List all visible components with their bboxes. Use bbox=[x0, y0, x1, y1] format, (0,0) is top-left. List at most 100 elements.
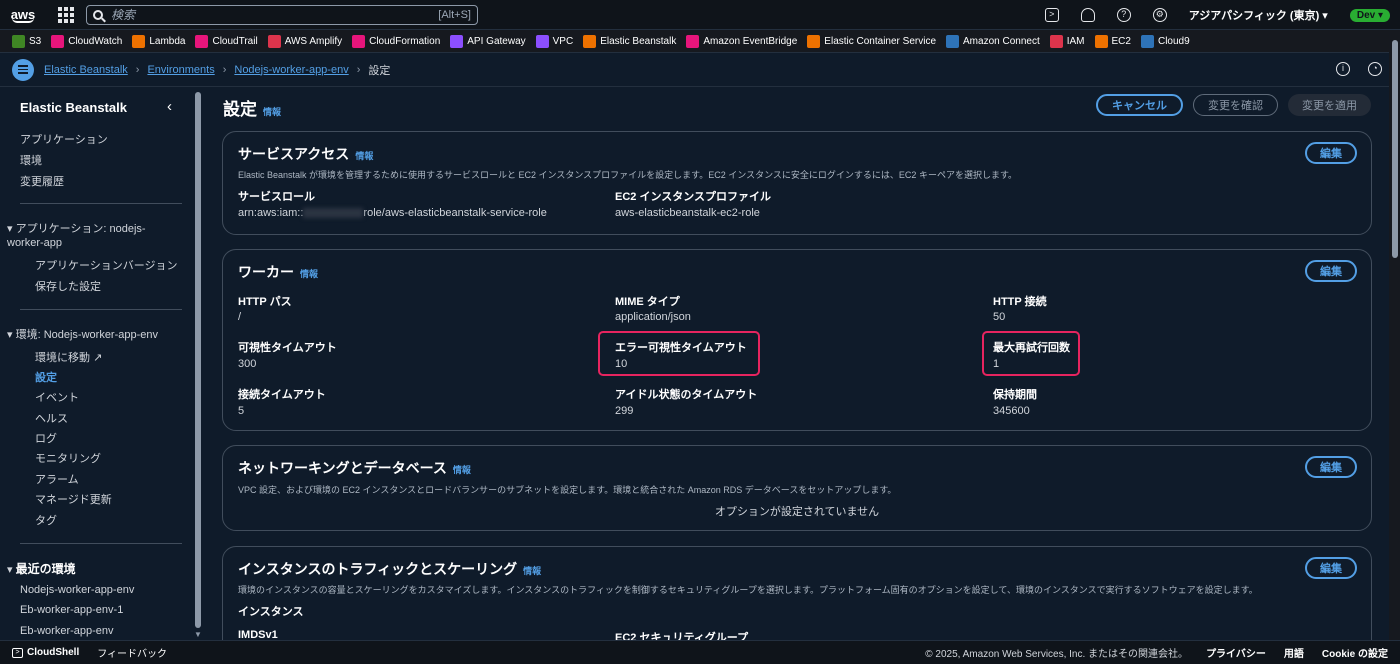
sidebar-recent-env[interactable]: Eb-worker-app-env bbox=[20, 625, 114, 637]
card-title: ネットワーキングとデータベース 情報 bbox=[238, 458, 471, 478]
sidebar-item-health[interactable]: ヘルス bbox=[35, 410, 68, 426]
page-scrollbar-thumb[interactable] bbox=[1392, 40, 1398, 258]
favorite-s3[interactable]: S3 bbox=[12, 34, 42, 48]
main-content: 設定 情報 キャンセル 変更を確認 変更を適用 サービスアクセス 情報 編集 Ela… bbox=[205, 87, 1388, 640]
info-link[interactable]: 情報 bbox=[523, 566, 541, 576]
service-icon bbox=[1140, 34, 1154, 48]
sidebar: Elastic Beanstalk ‹ アプリケーション 環境 変更履歴 ▾ ア… bbox=[0, 87, 193, 640]
chevron-right-icon: › bbox=[135, 63, 140, 76]
field-value: aws-elasticbeanstalk-ec2-role bbox=[615, 207, 760, 219]
edit-button[interactable]: 編集 bbox=[1305, 260, 1357, 282]
settings-gear-icon[interactable]: ⚙ bbox=[1152, 8, 1167, 22]
favorite-aws-amplify[interactable]: AWS Amplify bbox=[267, 34, 343, 48]
sidebar-scrollbar-thumb[interactable] bbox=[195, 92, 201, 628]
favorite-api-gateway[interactable]: API Gateway bbox=[450, 34, 526, 48]
favorite-amazon-eventbridge[interactable]: Amazon EventBridge bbox=[686, 34, 798, 48]
edit-button[interactable]: 編集 bbox=[1305, 456, 1357, 478]
sidebar-item-managed-updates[interactable]: マネージド更新 bbox=[35, 491, 112, 507]
sidebar-item-goto-env[interactable]: 環境に移動 ↗ bbox=[35, 349, 102, 365]
favorite-label: Amazon EventBridge bbox=[703, 35, 798, 47]
favorite-label: EC2 bbox=[1111, 35, 1131, 47]
favorite-label: CloudWatch bbox=[68, 35, 123, 47]
help-icon[interactable]: ? bbox=[1116, 8, 1131, 22]
favorite-label: Amazon Connect bbox=[963, 35, 1040, 47]
search-input[interactable]: 検索 [Alt+S] bbox=[86, 4, 478, 25]
favorite-label: S3 bbox=[29, 35, 42, 47]
sidebar-section-recent-label: 最近の環境 bbox=[15, 562, 76, 576]
breadcrumb-environments[interactable]: Environments bbox=[147, 64, 214, 76]
account-menu[interactable]: Dev ▾ bbox=[1349, 8, 1390, 22]
sidebar-item-goto-env-label: 環境に移動 bbox=[35, 352, 90, 364]
scroll-down-icon[interactable]: ▼ bbox=[194, 630, 202, 639]
favorite-cloudtrail[interactable]: CloudTrail bbox=[195, 34, 258, 48]
services-menu-icon[interactable] bbox=[56, 5, 76, 25]
info-link[interactable]: 情報 bbox=[355, 151, 373, 161]
sidebar-item-monitoring[interactable]: モニタリング bbox=[35, 450, 101, 466]
favorite-cloudwatch[interactable]: CloudWatch bbox=[51, 34, 123, 48]
favorite-iam[interactable]: IAM bbox=[1049, 34, 1085, 48]
cloudshell-icon: > bbox=[12, 647, 23, 658]
favorite-cloudformation[interactable]: CloudFormation bbox=[352, 34, 440, 48]
chevron-right-icon: › bbox=[222, 63, 227, 76]
favorite-label: AWS Amplify bbox=[284, 35, 343, 47]
info-link[interactable]: 情報 bbox=[263, 107, 281, 117]
favorite-cloud9[interactable]: Cloud9 bbox=[1140, 34, 1190, 48]
aws-logo[interactable]: aws bbox=[0, 0, 46, 30]
hamburger-menu-icon[interactable] bbox=[12, 58, 34, 81]
apply-changes-button[interactable]: 変更を適用 bbox=[1288, 94, 1371, 116]
sidebar-item-saved-configs[interactable]: 保存した設定 bbox=[35, 278, 101, 294]
breadcrumb-environment[interactable]: Nodejs-worker-app-env bbox=[234, 64, 348, 76]
favorite-elastic-container-service[interactable]: Elastic Container Service bbox=[807, 34, 936, 48]
page-title: 設定 情報 bbox=[223, 95, 281, 120]
terms-link[interactable]: 用語 bbox=[1284, 645, 1304, 660]
favorite-elastic-beanstalk[interactable]: Elastic Beanstalk bbox=[583, 34, 676, 48]
copyright-text: © 2025, Amazon Web Services, Inc. またはその関… bbox=[925, 649, 1189, 660]
privacy-link[interactable]: プライバシー bbox=[1206, 645, 1266, 660]
favorite-label: VPC bbox=[552, 35, 574, 47]
favorite-vpc[interactable]: VPC bbox=[535, 34, 574, 48]
notifications-panel-icon[interactable]: ◔ bbox=[1368, 62, 1382, 76]
card-title-text: サービスアクセス bbox=[238, 146, 350, 162]
close-sidebar-icon[interactable]: ‹ bbox=[167, 98, 172, 115]
cookie-settings-link[interactable]: Cookie の設定 bbox=[1322, 645, 1388, 660]
review-changes-button[interactable]: 変更を確認 bbox=[1193, 94, 1278, 116]
sidebar-item-logs[interactable]: ログ bbox=[35, 430, 57, 446]
region-selector[interactable]: アジアパシフィック (東京) ▾ bbox=[1189, 7, 1328, 23]
sidebar-item-app-versions[interactable]: アプリケーションバージョン bbox=[35, 257, 178, 273]
sidebar-item-tags[interactable]: タグ bbox=[35, 512, 57, 528]
divider bbox=[20, 543, 182, 544]
field-label: アイドル状態のタイムアウト bbox=[615, 389, 758, 401]
sidebar-section-environment[interactable]: ▾ 環境: Nodejs-worker-app-env bbox=[7, 328, 182, 342]
sidebar-section-application[interactable]: ▾ アプリケーション: nodejs-worker-app bbox=[7, 222, 182, 250]
page-title-text: 設定 bbox=[223, 100, 257, 119]
sidebar-item-change-history[interactable]: 変更履歴 bbox=[20, 173, 64, 189]
favorite-lambda[interactable]: Lambda bbox=[132, 34, 185, 48]
cloudshell-icon[interactable]: > bbox=[1044, 8, 1059, 22]
notifications-bell-icon[interactable] bbox=[1080, 8, 1095, 22]
sidebar-section-recent[interactable]: ▾ 最近の環境 bbox=[7, 562, 182, 577]
sidebar-item-alarms[interactable]: アラーム bbox=[35, 471, 79, 487]
cancel-button[interactable]: キャンセル bbox=[1096, 94, 1183, 116]
service-icon bbox=[807, 34, 821, 48]
favorite-ec2[interactable]: EC2 bbox=[1094, 34, 1131, 48]
info-panel-icon[interactable]: i bbox=[1336, 62, 1350, 76]
sidebar-item-environments[interactable]: 環境 bbox=[20, 152, 42, 168]
sidebar-recent-env[interactable]: Nodejs-worker-app-env bbox=[20, 584, 134, 596]
sidebar-item-events[interactable]: イベント bbox=[35, 389, 79, 405]
field-label: MIME タイプ bbox=[615, 296, 680, 308]
edit-button[interactable]: 編集 bbox=[1305, 557, 1357, 579]
cloudshell-link[interactable]: CloudShell bbox=[27, 647, 79, 658]
feedback-link[interactable]: フィードバック bbox=[97, 645, 167, 660]
edit-button[interactable]: 編集 bbox=[1305, 142, 1357, 164]
breadcrumb-elastic-beanstalk[interactable]: Elastic Beanstalk bbox=[44, 64, 128, 76]
sidebar-item-applications[interactable]: アプリケーション bbox=[20, 131, 108, 147]
role-arn-suffix: role/aws-elasticbeanstalk-service-role bbox=[363, 207, 547, 219]
sidebar-item-configuration[interactable]: 設定 bbox=[35, 369, 57, 385]
field-value: application/json bbox=[615, 311, 691, 323]
card-title-text: ネットワーキングとデータベース bbox=[238, 460, 447, 476]
favorite-amazon-connect[interactable]: Amazon Connect bbox=[946, 34, 1040, 48]
sidebar-recent-env[interactable]: Eb-worker-app-env-1 bbox=[20, 604, 123, 616]
info-link[interactable]: 情報 bbox=[300, 269, 318, 279]
info-link[interactable]: 情報 bbox=[453, 465, 471, 475]
field-label: EC2 インスタンスプロファイル bbox=[615, 191, 772, 203]
